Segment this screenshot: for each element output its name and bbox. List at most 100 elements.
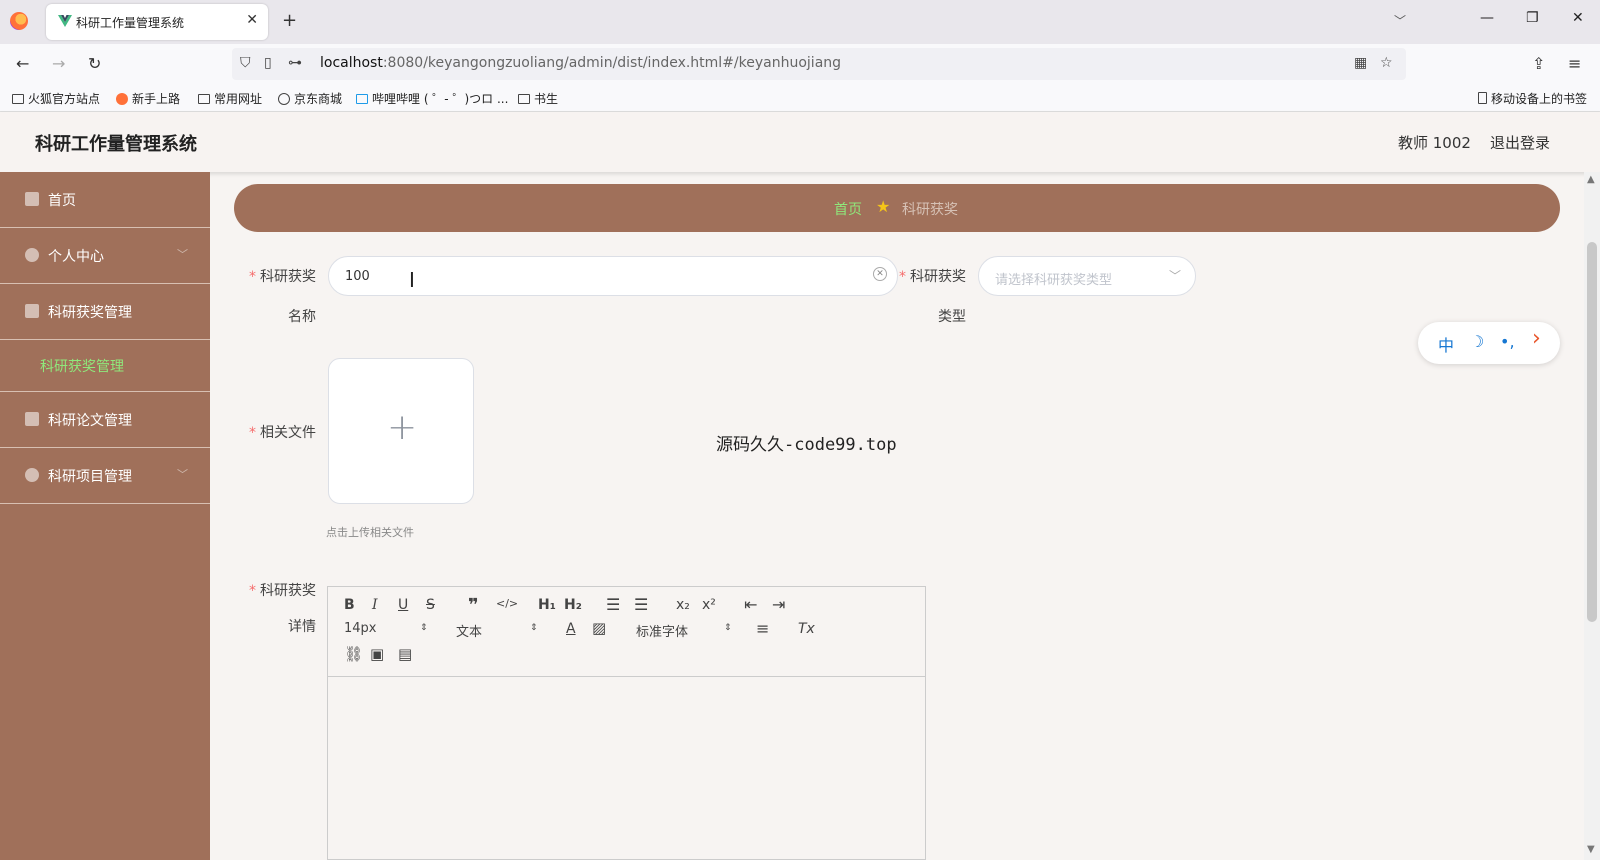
link-icon[interactable]: ⛓	[344, 645, 363, 663]
forward-icon[interactable]: →	[52, 54, 65, 73]
minimize-icon[interactable]: —	[1480, 10, 1494, 26]
sidebar-item-label: 科研获奖管理	[48, 305, 132, 321]
reload-icon[interactable]: ↻	[88, 54, 101, 73]
breadcrumb-home[interactable]: 首页	[834, 199, 862, 219]
bookmark-item[interactable]: 常用网址	[198, 90, 262, 107]
browser-navbar: ← → ↻ ⛉ ▯ ⊶ localhost:8080/keyangongzuol…	[0, 44, 1600, 84]
tab-list-chevron-icon[interactable]: ﹀	[1394, 12, 1406, 29]
sidebar-subitem-awards[interactable]: 科研获奖管理	[0, 340, 210, 392]
moon-icon[interactable]: ☽	[1470, 332, 1484, 351]
sidebar-item-profile[interactable]: 个人中心 ﹀	[0, 228, 210, 284]
page-scrollbar[interactable]: ▲ ▼	[1584, 172, 1600, 860]
editor-content-area[interactable]	[328, 677, 925, 859]
chevron-down-icon: ﹀	[177, 468, 188, 481]
new-tab-button[interactable]: +	[282, 10, 297, 31]
required-mark: *	[899, 269, 906, 285]
arrow-right-icon[interactable]: ›	[1532, 326, 1541, 351]
language-toggle[interactable]: 中	[1438, 332, 1454, 356]
bookmark-star-icon[interactable]: ☆	[1380, 55, 1393, 71]
bold-icon[interactable]: B	[344, 597, 355, 613]
award-type-select[interactable]: 请选择科研获奖类型 ﹀	[978, 256, 1196, 296]
bookmarks-bar: 火狐官方站点 新手上路 常用网址 京东商城 哔哩哔哩 ( ゜- ゜)つロ ...…	[0, 84, 1600, 112]
heading2-icon[interactable]: H₂	[564, 597, 582, 613]
text-cursor-icon: Ⅰ	[409, 268, 415, 292]
italic-icon[interactable]: I	[372, 597, 378, 613]
sidebar-item-papers[interactable]: 科研论文管理	[0, 392, 210, 448]
scroll-up-icon[interactable]: ▲	[1587, 174, 1595, 185]
folder-icon	[198, 94, 210, 104]
scroll-down-icon[interactable]: ▼	[1587, 844, 1595, 855]
award-type-label: * 科研获奖	[899, 269, 966, 285]
home-icon	[25, 192, 39, 206]
menu-icon[interactable]: ≡	[1568, 54, 1581, 73]
firefox-icon	[116, 93, 128, 105]
strikethrough-icon[interactable]: S	[426, 597, 435, 613]
heading1-icon[interactable]: H₁	[538, 597, 556, 613]
floating-toolbar: 中 ☽ •, ›	[1418, 322, 1560, 364]
sidebar: 首页 个人中心 ﹀ 科研获奖管理 科研获奖管理 科研论文管理 科研项目管理 ﹀	[0, 172, 210, 860]
punctuation-icon[interactable]: •,	[1500, 332, 1515, 351]
sidebar-item-label: 科研项目管理	[48, 469, 132, 485]
browser-tab[interactable]: 科研工作量管理系统 ✕	[46, 4, 268, 40]
font-size-select[interactable]: 14px ⇕	[344, 621, 428, 636]
blockquote-icon[interactable]: ❞	[468, 595, 479, 616]
paper-icon	[25, 412, 39, 426]
scroll-thumb[interactable]	[1587, 242, 1597, 622]
code-icon[interactable]: </>	[496, 597, 518, 610]
bookmark-item[interactable]: 火狐官方站点	[12, 90, 100, 107]
chevron-down-icon: ﹀	[177, 248, 188, 261]
shield-icon[interactable]: ⛉	[240, 55, 251, 71]
award-name-label-line2: 名称	[288, 309, 316, 325]
sidebar-subitem-label: 科研获奖管理	[40, 359, 124, 375]
file-upload-button[interactable]: +	[328, 358, 474, 504]
page-icon[interactable]: ▯	[264, 55, 272, 71]
mobile-bookmarks[interactable]: 移动设备上的书签	[1478, 90, 1587, 107]
award-name-label: * 科研获奖	[249, 269, 316, 285]
app-header: 科研工作量管理系统 教师 1002 退出登录	[0, 112, 1600, 172]
clear-format-icon[interactable]: Tx	[798, 621, 815, 637]
clear-icon[interactable]: ✕	[873, 267, 887, 281]
url-text[interactable]: localhost:8080/keyangongzuoliang/admin/d…	[320, 55, 841, 71]
outdent-icon[interactable]: ⇤	[744, 595, 757, 614]
breadcrumb-current: 科研获奖	[902, 202, 958, 218]
file-label: * 相关文件	[249, 425, 316, 441]
required-mark: *	[249, 583, 256, 599]
folder-icon	[12, 94, 24, 104]
browser-tabbar: 科研工作量管理系统 ✕ + ﹀ — ❐ ✕	[0, 0, 1600, 44]
url-bar[interactable]: ⛉ ▯ ⊶ localhost:8080/keyangongzuoliang/a…	[232, 48, 1406, 80]
bullet-list-icon[interactable]: ☰	[634, 595, 648, 614]
qr-code-icon[interactable]: ▦	[1354, 55, 1367, 71]
subscript-icon[interactable]: x₂	[676, 597, 690, 613]
superscript-icon[interactable]: x²	[702, 597, 716, 613]
background-color-icon[interactable]: ▨	[592, 619, 606, 637]
restore-icon[interactable]: ❐	[1526, 10, 1539, 26]
video-icon[interactable]: ▤	[398, 645, 412, 663]
permissions-key-icon[interactable]: ⊶	[288, 55, 302, 71]
sidebar-item-home[interactable]: 首页	[0, 172, 210, 228]
window-close-icon[interactable]: ✕	[1572, 10, 1584, 26]
font-color-icon[interactable]: A	[566, 621, 576, 637]
font-family-select[interactable]: 标准字体 ⇕	[636, 621, 734, 640]
mobile-icon	[1478, 92, 1487, 104]
logout-button[interactable]: 退出登录	[1490, 132, 1550, 153]
extensions-icon[interactable]: ⇪	[1532, 54, 1545, 73]
detail-label: * 科研获奖	[249, 583, 316, 599]
header-select[interactable]: 文本 ⇕	[456, 621, 540, 640]
tab-close-icon[interactable]: ✕	[246, 12, 258, 28]
align-icon[interactable]: ≡	[756, 619, 769, 638]
underline-icon[interactable]: U	[398, 597, 408, 613]
image-icon[interactable]: ▣	[370, 645, 384, 663]
bookmark-item[interactable]: 哔哩哔哩 ( ゜- ゜)つロ ...	[356, 90, 508, 107]
bookmark-item[interactable]: 京东商城	[278, 90, 342, 107]
bookmark-item[interactable]: 书生	[518, 90, 558, 107]
vue-logo-icon	[58, 15, 72, 27]
indent-icon[interactable]: ⇥	[772, 595, 785, 614]
upload-tip: 点击上传相关文件	[326, 526, 414, 539]
app-title: 科研工作量管理系统	[35, 134, 197, 155]
user-icon	[25, 248, 39, 262]
sidebar-item-awards[interactable]: 科研获奖管理	[0, 284, 210, 340]
ordered-list-icon[interactable]: ☰	[606, 595, 620, 614]
sidebar-item-projects[interactable]: 科研项目管理 ﹀	[0, 448, 210, 504]
back-icon[interactable]: ←	[16, 54, 29, 73]
bookmark-item[interactable]: 新手上路	[116, 90, 180, 107]
